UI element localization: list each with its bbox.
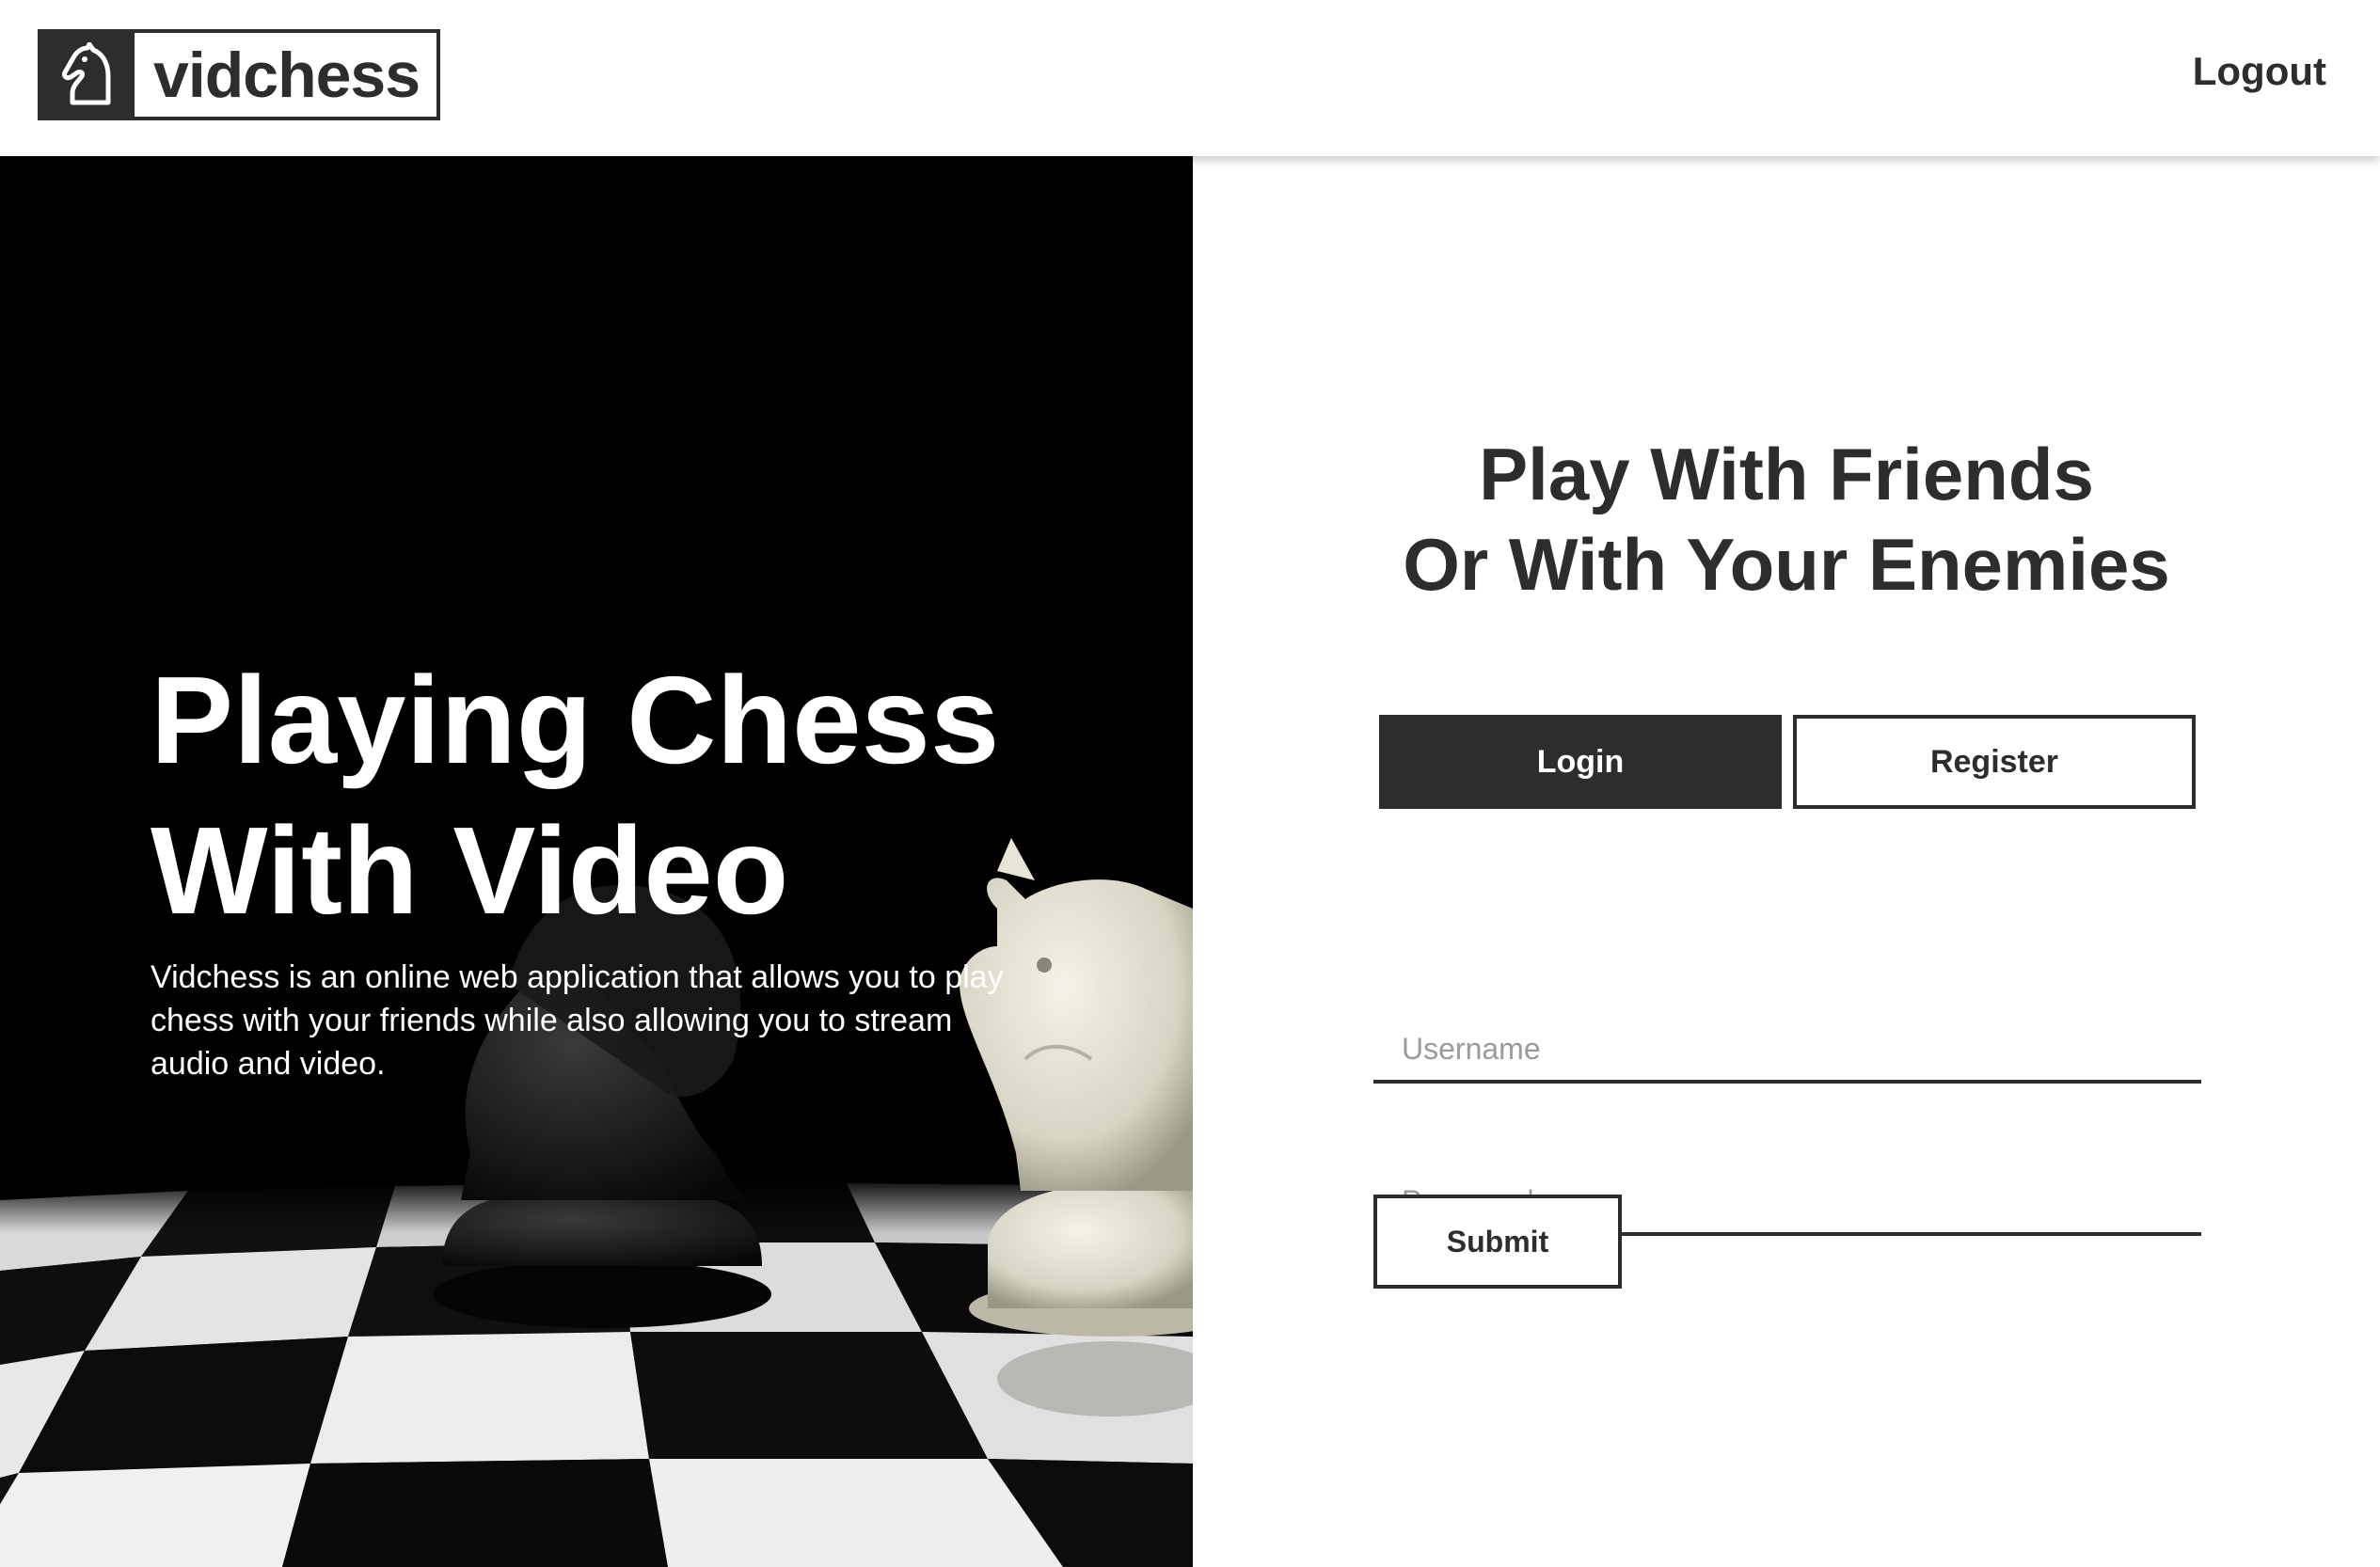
tagline-line1: Play With Friends [1479,433,2094,515]
vidchess-logo[interactable]: vidchess [38,29,440,120]
auth-tabs: Login Register [1379,715,2196,809]
top-navbar: vidchess Logout [0,0,2380,156]
hero-title-line1: Playing Chess [151,651,1000,789]
logo-text: vidchess [153,39,420,111]
chess-knight-icon [41,33,135,117]
tagline: Play With Friends Or With Your Enemies [1193,429,2380,609]
hero-description: Vidchess is an online web application th… [151,959,1004,1082]
submit-button[interactable]: Submit [1373,1195,1622,1289]
hero-title-line2: With Video [151,801,789,940]
hero-title: Playing Chess With Video [151,645,1091,946]
tagline-line2: Or With Your Enemies [1403,523,2170,606]
tab-register[interactable]: Register [1793,715,2196,809]
logout-link[interactable]: Logout [2193,49,2326,94]
hero-section: Playing Chess With Video Vidchess is an … [0,156,1193,1567]
auth-panel: Play With Friends Or With Your Enemies L… [1193,156,2380,1567]
username-input[interactable] [1373,1018,2201,1084]
tab-login[interactable]: Login [1379,715,1782,809]
